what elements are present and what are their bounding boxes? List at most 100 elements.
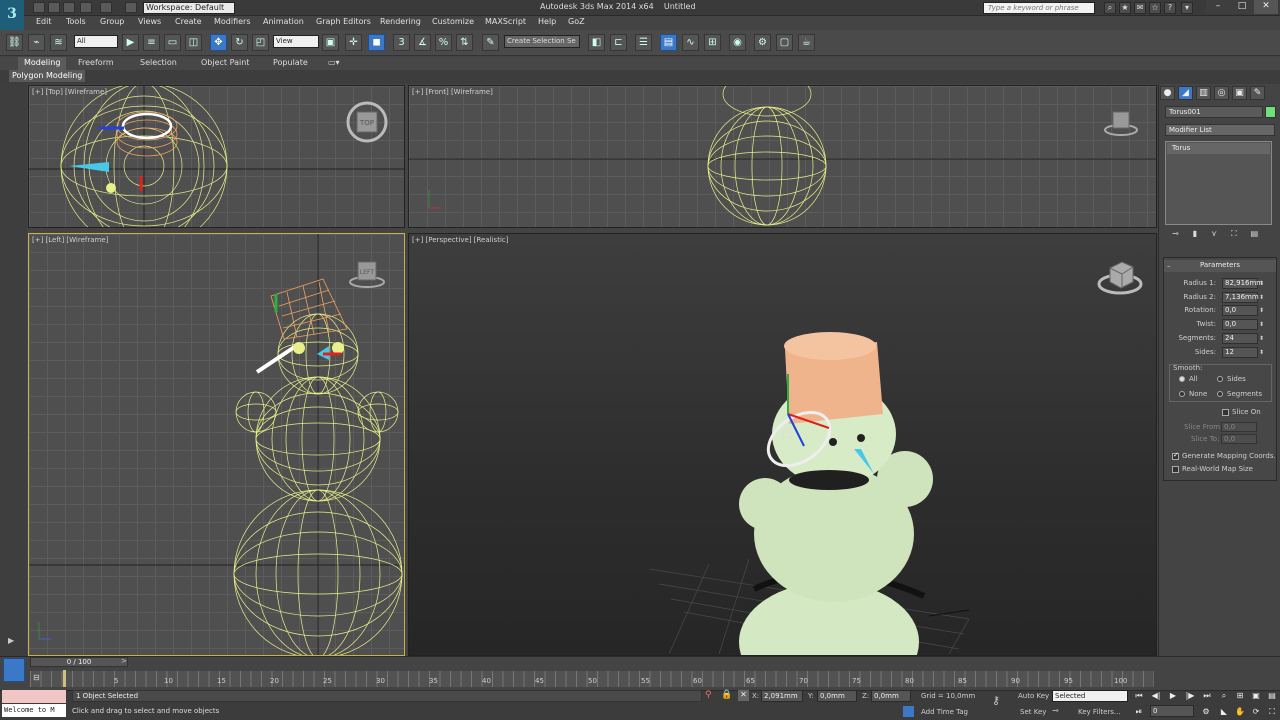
set-key-icon[interactable]: ⚷ [992,694,1000,707]
menu-tools[interactable]: Tools [66,17,86,26]
open-file-icon[interactable] [48,2,60,13]
curve-editor-icon[interactable]: ∿ [682,34,699,51]
maxscript-listener-top[interactable] [2,690,66,703]
schematic-view-icon[interactable]: ⊞ [704,34,721,51]
maximize-viewport-icon[interactable]: ⛶ [1266,706,1278,718]
next-frame-arrow-icon[interactable]: > [121,657,127,665]
select-and-rotate-icon[interactable]: ↻ [231,34,248,51]
pin-stack-icon[interactable]: ⊸ [1172,229,1179,243]
current-frame-input[interactable]: 0 [1150,705,1194,717]
maximize-button[interactable]: □ [1230,0,1254,14]
isolate-selection-icon[interactable]: ⚲ [705,690,712,700]
pan-view-icon[interactable]: ✋ [1234,706,1246,718]
select-object-icon[interactable]: ▶ [122,34,139,51]
expand-arrow-icon[interactable]: ▶ [8,636,14,645]
reference-coordinate-dropdown[interactable]: View [273,35,319,48]
absolute-mode-icon[interactable]: ✕ [738,690,749,701]
tab-object-paint[interactable]: Object Paint [195,57,255,70]
selection-lock-icon[interactable]: 🔒 [721,690,732,700]
minimize-button[interactable]: – [1206,0,1230,14]
field-of-view-icon[interactable]: ◣ [1218,706,1230,718]
previous-frame-icon[interactable]: ◀| [1150,690,1162,702]
stack-item-torus[interactable]: Torus [1167,143,1270,154]
viewport-layouts-icon[interactable] [3,658,25,682]
modifier-stack[interactable]: Torus [1165,141,1272,225]
smooth-sides-radio[interactable] [1217,376,1223,382]
utilities-tab-icon[interactable]: ✎ [1250,86,1265,100]
auto-key-button[interactable]: Auto Key [1018,692,1049,700]
communication-center-icon[interactable]: ✉ [1134,2,1146,14]
go-to-start-icon[interactable]: ⏮ [1133,690,1145,702]
rotation-input[interactable]: 0,0 [1222,305,1258,316]
rectangular-selection-icon[interactable]: ▭ [164,34,181,51]
viewport-front[interactable]: [+] [Front] [Wireframe] [408,85,1157,228]
polygon-modeling-panel[interactable]: Polygon Modeling [9,70,86,82]
parameters-rollout-header[interactable]: Parameters [1164,260,1276,272]
align-icon[interactable]: ⊏ [610,34,627,51]
graphite-modeling-tools-icon[interactable]: ▤ [660,34,677,51]
rendered-frame-window-icon[interactable]: ▢ [776,34,793,51]
binoculars-icon[interactable]: ⌕ [1104,2,1116,14]
add-time-tag-button[interactable]: Add Time Tag [921,708,968,716]
next-frame-icon[interactable]: |▶ [1184,690,1196,702]
render-production-icon[interactable]: ☕ [798,34,815,51]
segments-input[interactable]: 24 [1222,333,1258,344]
viewport-top[interactable]: [+] [Top] [Wireframe] TOP [28,85,405,228]
key-filters-button[interactable]: Key Filters... [1078,708,1121,716]
project-folder-icon[interactable] [125,2,137,13]
angle-snap-icon[interactable]: ∡ [414,34,431,51]
real-world-map-checkbox[interactable] [1172,466,1179,473]
viewcube-left[interactable]: LEFT [347,254,387,294]
object-name-field[interactable]: Torus001 [1165,106,1263,118]
select-and-scale-icon[interactable]: ◰ [252,34,269,51]
time-configuration-icon[interactable]: ⚙ [1200,706,1212,718]
key-mode-toggle-icon[interactable]: ⏯ [1133,706,1145,718]
object-color-swatch[interactable] [1265,106,1276,118]
workspace-dropdown[interactable]: Workspace: Default [143,2,235,14]
help-icon[interactable]: ? [1164,2,1176,14]
maxscript-listener-input[interactable]: Welcome to M [2,704,66,717]
orbit-icon[interactable]: ⟳ [1250,706,1262,718]
generate-mapping-checkbox[interactable] [1172,451,1179,460]
tab-freeform[interactable]: Freeform [72,57,120,70]
spinner-icon[interactable]: ⬍ [1259,333,1265,344]
spinner-snap-icon[interactable]: ⇅ [456,34,473,51]
window-crossing-icon[interactable]: ◫ [185,34,202,51]
show-end-result-icon[interactable]: ▮ [1193,229,1197,243]
zoom-extents-icon[interactable]: ▣ [1250,690,1262,702]
slice-to-input[interactable]: 0,0 [1221,434,1257,444]
viewport-perspective[interactable]: [+] [Perspective] [Realistic] [408,233,1157,656]
time-slider[interactable]: 0 / 100 [30,657,128,667]
viewcube-top[interactable]: TOP [343,100,391,148]
material-editor-icon[interactable]: ◉ [729,34,746,51]
ribbon-options-icon[interactable]: ▭▾ [322,57,346,70]
motion-tab-icon[interactable]: ◎ [1214,86,1229,100]
zoom-all-icon[interactable]: ⊞ [1234,690,1246,702]
menu-views[interactable]: Views [138,17,161,26]
play-icon[interactable]: ▶ [1167,690,1179,702]
percent-snap-icon[interactable]: % [435,34,452,51]
selection-filter-dropdown[interactable]: All [74,35,118,48]
undo-icon[interactable] [80,2,92,13]
slice-on-checkbox[interactable] [1222,409,1229,416]
bind-space-warp-icon[interactable]: ≋ [50,34,67,51]
tab-selection[interactable]: Selection [134,57,183,70]
x-coord-input[interactable]: 2,091mm [761,690,803,702]
unlink-icon[interactable]: ⌁ [28,34,45,51]
spinner-icon[interactable]: ⬍ [1259,292,1265,303]
go-to-end-icon[interactable]: ⏭ [1201,690,1213,702]
key-filter-icon[interactable]: ⊸ [1052,706,1062,716]
zoom-extents-all-icon[interactable]: ▤ [1266,690,1278,702]
smooth-segments-radio[interactable] [1217,391,1223,397]
save-file-icon[interactable] [63,2,75,13]
rollout-collapse-icon[interactable]: – [1167,262,1171,270]
menu-help[interactable]: Help [538,17,556,26]
y-coord-input[interactable]: 0,0mm [817,690,857,702]
viewcube-front[interactable] [1101,104,1141,144]
slice-from-input[interactable]: 0,0 [1221,422,1257,432]
infocenter-search-input[interactable]: Type a keyword or phrase [983,2,1095,14]
menu-customize[interactable]: Customize [432,17,474,26]
smooth-all-radio[interactable] [1179,376,1185,382]
key-mode-dropdown[interactable]: Selected [1052,690,1128,702]
make-unique-icon[interactable]: ⋎ [1211,229,1217,243]
